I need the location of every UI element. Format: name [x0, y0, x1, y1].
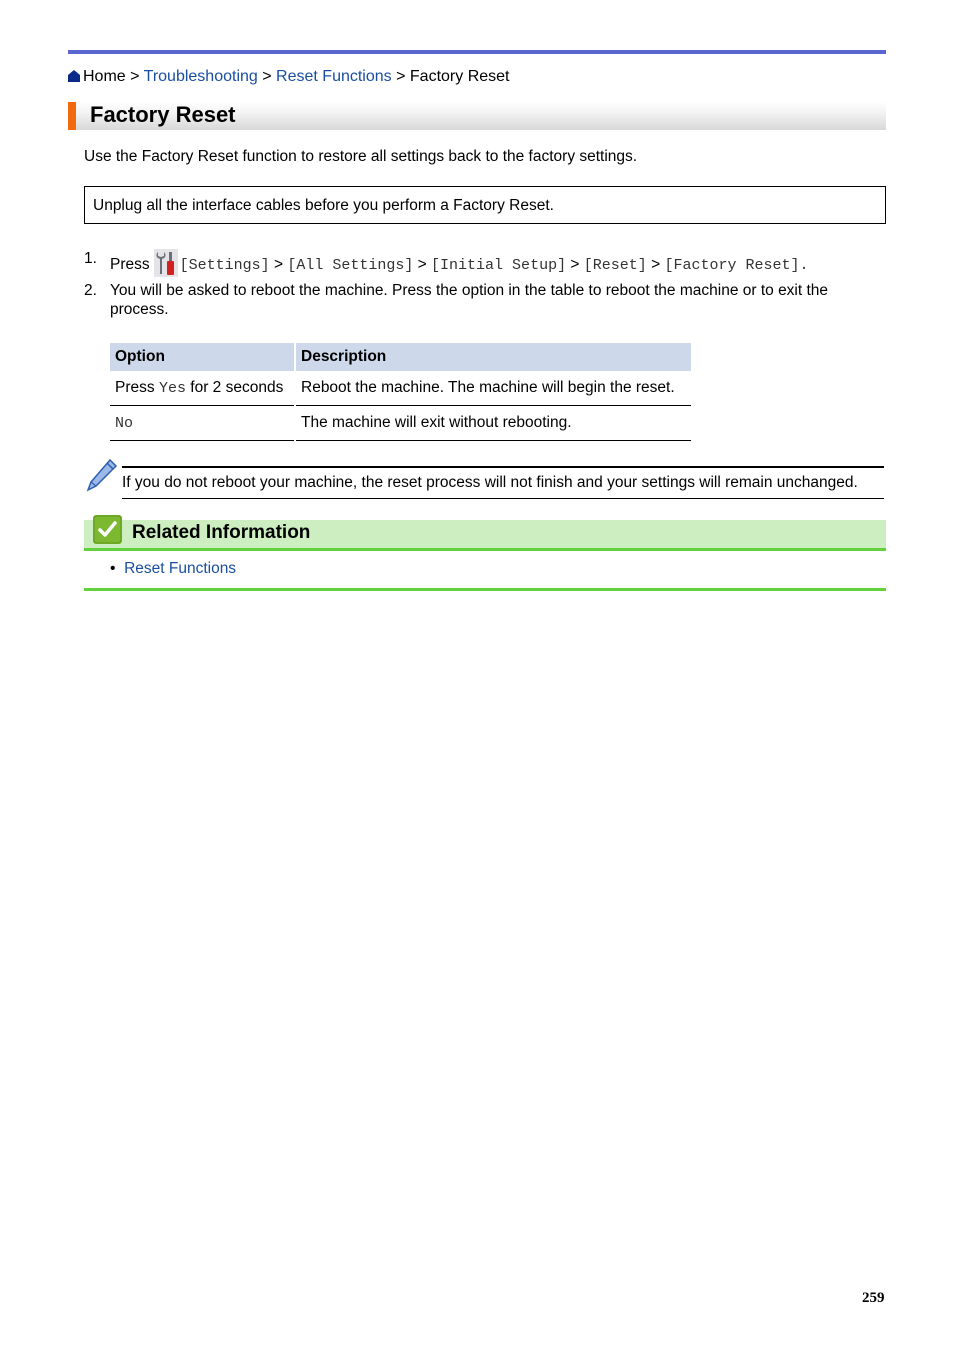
- page-title-bar: Factory Reset: [68, 102, 886, 130]
- menu-separator: >: [651, 256, 661, 273]
- option-cell: Press Yes for 2 seconds: [110, 371, 294, 406]
- menu-separator: >: [570, 256, 580, 273]
- breadcrumb-troubleshooting[interactable]: Troubleshooting: [144, 68, 258, 85]
- important-note-text: Unplug all the interface cables before y…: [93, 197, 554, 214]
- step-number: 1.: [84, 250, 97, 267]
- pencil-note-icon: [86, 458, 118, 497]
- title-accent: [68, 102, 76, 130]
- checkmark-icon: [93, 515, 122, 544]
- step-number: 2.: [84, 282, 97, 299]
- related-information-title: Related Information: [132, 522, 311, 543]
- related-bottom-rule: [84, 588, 886, 591]
- note-text: If you do not reboot your machine, the r…: [122, 474, 858, 491]
- bullet: •: [110, 560, 116, 577]
- related-link-reset-functions[interactable]: Reset Functions: [124, 560, 236, 577]
- menu-separator: >: [417, 256, 427, 273]
- important-note-box: Unplug all the interface cables before y…: [84, 186, 886, 224]
- breadcrumb-separator: >: [130, 68, 140, 85]
- breadcrumb-home[interactable]: Home: [83, 68, 126, 85]
- menu-factory-reset: [Factory Reset]: [664, 257, 800, 274]
- home-icon: [68, 70, 80, 82]
- press-label: Press: [110, 256, 150, 273]
- options-table: Option Description Press Yes for 2 secon…: [108, 343, 693, 441]
- menu-all-settings: [All Settings]: [287, 257, 414, 274]
- option-code: No: [115, 415, 134, 432]
- option-cell: No: [110, 406, 294, 441]
- breadcrumb-current: Factory Reset: [409, 68, 510, 85]
- note-box: If you do not reboot your machine, the r…: [122, 466, 884, 499]
- settings-tools-icon: [153, 249, 178, 277]
- table-row: No The machine will exit without rebooti…: [110, 406, 691, 441]
- option-code: Yes: [158, 380, 186, 397]
- step-text: You will be asked to reboot the machine.…: [110, 282, 829, 318]
- page-title: Factory Reset: [90, 102, 236, 127]
- related-information-header: Related Information: [84, 515, 886, 551]
- step-end: .: [799, 257, 809, 274]
- option-prefix: Press: [115, 379, 155, 396]
- description-cell: Reboot the machine. The machine will beg…: [296, 371, 691, 406]
- breadcrumb-separator: >: [262, 68, 272, 85]
- table-header-row: Option Description: [110, 343, 691, 371]
- table-row: Press Yes for 2 seconds Reboot the machi…: [110, 371, 691, 406]
- top-rule: [68, 50, 886, 54]
- menu-initial-setup: [Initial Setup]: [431, 257, 567, 274]
- related-links: • Reset Functions: [110, 559, 236, 578]
- page-number: 259: [862, 1290, 885, 1306]
- menu-settings: [Settings]: [179, 257, 270, 274]
- menu-reset: [Reset]: [583, 257, 647, 274]
- breadcrumb-reset-functions[interactable]: Reset Functions: [276, 68, 392, 85]
- description-cell: The machine will exit without rebooting.: [296, 406, 691, 441]
- header-description: Description: [296, 343, 691, 371]
- header-option: Option: [110, 343, 294, 371]
- option-suffix: for 2 seconds: [190, 379, 284, 396]
- breadcrumb-separator: >: [396, 68, 406, 85]
- breadcrumb: Home > Troubleshooting > Reset Functions…: [68, 67, 510, 87]
- intro-text: Use the Factory Reset function to restor…: [84, 148, 638, 165]
- menu-separator: >: [273, 256, 284, 273]
